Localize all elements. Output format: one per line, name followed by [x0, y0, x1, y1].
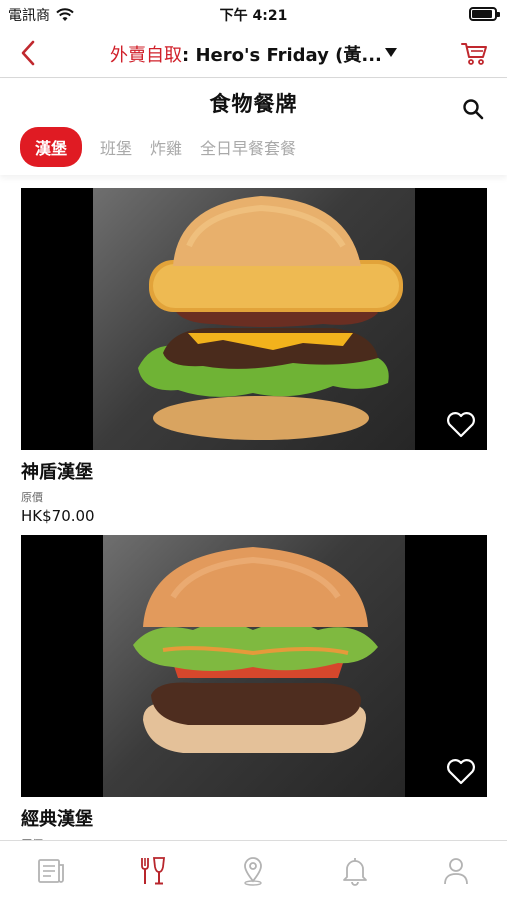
heart-icon[interactable] — [445, 755, 477, 787]
store-selector[interactable]: 外賣自取: Hero's Friday (黃... — [110, 41, 382, 67]
news-icon — [37, 858, 64, 883]
burger-illustration — [133, 547, 378, 753]
tab-menu[interactable] — [134, 853, 170, 889]
menu-list[interactable]: 神盾漢堡 原價 HK$70.00 經典漢堡 原價 — [0, 176, 507, 840]
tab-bun-burger[interactable]: 班堡 — [100, 127, 132, 167]
menu-item-photo[interactable] — [21, 188, 487, 450]
page-title: 食物餐牌 — [209, 92, 298, 116]
location-pin-icon — [244, 856, 263, 886]
cart-icon[interactable] — [459, 38, 489, 68]
clock: 下午 4:21 — [219, 8, 288, 24]
tab-fried-chicken[interactable]: 炸雞 — [150, 127, 182, 167]
store-name: Hero's Friday (黃... — [189, 45, 382, 66]
tab-location[interactable] — [235, 853, 271, 889]
menu-header: 食物餐牌 漢堡 班堡 炸雞 全日早餐套餐 — [0, 79, 507, 175]
heart-icon[interactable] — [445, 408, 477, 440]
menu-item-price: HK$70.00 — [21, 507, 95, 525]
menu-item-card[interactable]: 經典漢堡 原價 — [21, 535, 487, 840]
status-bar: 電訊商 下午 4:21 — [0, 0, 507, 28]
tab-notifications[interactable] — [337, 853, 373, 889]
profile-icon — [444, 857, 469, 884]
menu-item-card[interactable]: 神盾漢堡 原價 HK$70.00 — [21, 188, 487, 525]
order-mode-label: 外賣自取 — [110, 45, 182, 66]
category-tabs: 漢堡 班堡 炸雞 全日早餐套餐 — [20, 127, 296, 167]
bell-icon — [342, 857, 367, 886]
burger-illustration — [138, 196, 403, 440]
battery-icon — [469, 7, 500, 21]
menu-item-name: 神盾漢堡 — [21, 462, 93, 483]
tab-burger[interactable]: 漢堡 — [20, 127, 83, 167]
tab-news[interactable] — [33, 853, 69, 889]
price-label: 原價 — [21, 491, 43, 504]
menu-item-name: 經典漢堡 — [21, 809, 93, 830]
menu-fork-glass-icon — [141, 856, 166, 884]
nav-bar: 外賣自取: Hero's Friday (黃... — [0, 28, 507, 78]
back-arrow-icon[interactable] — [14, 38, 44, 68]
chevron-down-icon[interactable] — [385, 48, 397, 57]
tab-profile[interactable] — [438, 853, 474, 889]
tab-all-day-breakfast[interactable]: 全日早餐套餐 — [200, 127, 296, 167]
search-icon[interactable] — [461, 97, 485, 121]
menu-item-photo[interactable] — [21, 535, 487, 797]
bottom-tab-bar — [0, 840, 507, 900]
